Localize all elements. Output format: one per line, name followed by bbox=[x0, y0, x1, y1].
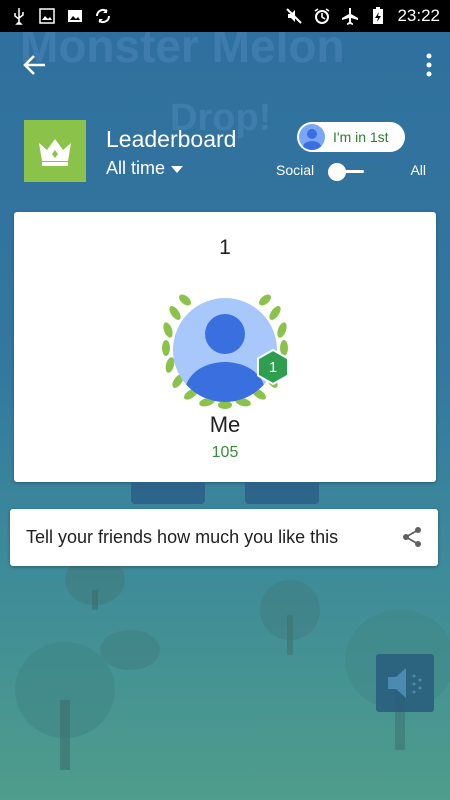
image-icon bbox=[66, 7, 84, 25]
speaker-icon bbox=[388, 668, 422, 698]
sound-button[interactable] bbox=[376, 654, 434, 712]
status-time: 23:22 bbox=[397, 6, 440, 25]
top-app-bar bbox=[0, 32, 450, 98]
toggle-social-label: Social bbox=[276, 162, 315, 178]
share-bar[interactable]: Tell your friends how much you like this bbox=[10, 509, 438, 566]
time-filter-label: All time bbox=[106, 158, 166, 178]
player-score-card: 1 1 Me 105 bbox=[14, 212, 436, 482]
battery-charging-icon bbox=[369, 7, 387, 25]
rank-badge-number: 1 bbox=[269, 359, 277, 376]
airplane-mode-icon bbox=[341, 7, 359, 25]
sync-icon bbox=[94, 7, 112, 25]
background-game-button bbox=[245, 482, 319, 504]
gallery-icon bbox=[38, 7, 56, 25]
player-name: Me bbox=[209, 412, 241, 437]
usb-icon bbox=[10, 7, 28, 25]
alarm-icon bbox=[313, 7, 331, 25]
leaderboard-crown-logo bbox=[24, 120, 86, 182]
dropdown-arrow-icon bbox=[171, 158, 184, 179]
player-rank-pill[interactable]: I'm in 1st bbox=[297, 122, 405, 152]
mute-icon bbox=[285, 7, 303, 25]
status-bar: 23:22 bbox=[0, 0, 450, 32]
more-options-icon[interactable] bbox=[422, 50, 436, 80]
back-arrow-icon[interactable] bbox=[20, 50, 50, 80]
social-all-switch[interactable] bbox=[328, 162, 366, 182]
avatar bbox=[299, 124, 325, 150]
time-filter-dropdown[interactable]: All time bbox=[106, 158, 184, 179]
player-rank-number: 1 bbox=[219, 236, 231, 259]
rank-badge-icon: 1 bbox=[257, 349, 289, 385]
toggle-all-label: All bbox=[410, 162, 426, 178]
switch-thumb bbox=[328, 163, 346, 181]
share-text: Tell your friends how much you like this bbox=[26, 527, 339, 547]
crown-icon bbox=[39, 139, 71, 166]
leaderboard-title: Leaderboard bbox=[106, 126, 237, 152]
player-score: 105 bbox=[211, 444, 239, 461]
background-game-button bbox=[131, 482, 205, 504]
social-all-toggle-row: Social All bbox=[276, 160, 426, 184]
player-rank-label: I'm in 1st bbox=[333, 129, 389, 145]
leaderboard-header: Leaderboard All time I'm in 1st Social A… bbox=[24, 118, 426, 188]
share-icon[interactable] bbox=[400, 525, 424, 549]
